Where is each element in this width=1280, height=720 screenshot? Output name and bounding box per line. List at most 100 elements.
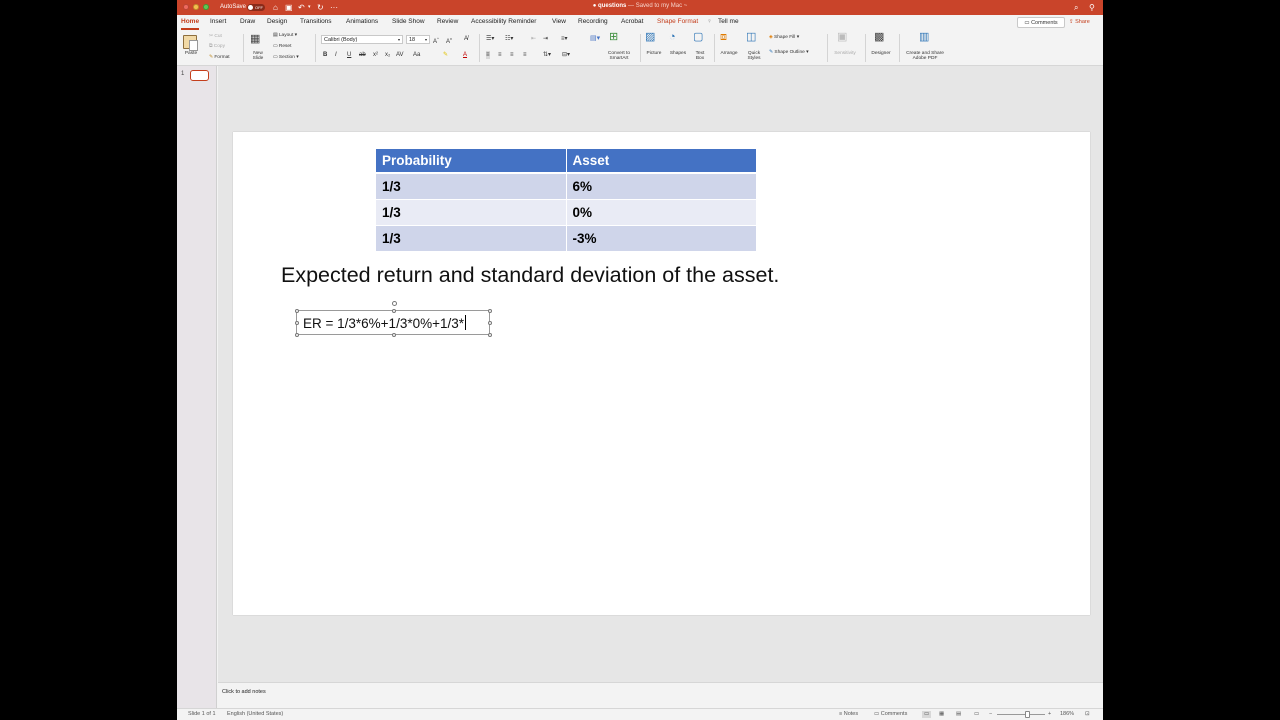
font-name-dropdown[interactable]: Calibri (Body) ▾	[321, 35, 403, 44]
tab-recording[interactable]: Recording	[578, 18, 608, 25]
table-cell[interactable]: 1/3	[376, 199, 567, 226]
numbering-icon[interactable]: ☷▾	[505, 35, 513, 43]
bold-button[interactable]: B	[323, 51, 327, 59]
quick-styles-button-label[interactable]: Quick Styles	[743, 51, 765, 61]
italic-button[interactable]: I	[335, 51, 337, 59]
zoom-slider-thumb[interactable]	[1025, 711, 1030, 718]
probability-table[interactable]: Probability Asset 1/3 6% 1/3 0% 1/3 -3%	[376, 149, 757, 252]
slide-heading[interactable]: Expected return and standard deviation o…	[281, 263, 779, 288]
text-box-icon[interactable]: ▢	[693, 32, 703, 43]
search-icon[interactable]: ⌕	[1074, 3, 1078, 12]
format-painter-button[interactable]: ✎ Format	[209, 55, 230, 61]
bullets-icon[interactable]: ☰▾	[486, 35, 494, 43]
table-cell[interactable]: -3%	[566, 225, 757, 252]
tab-transitions[interactable]: Transitions	[300, 18, 332, 25]
zoom-in-icon[interactable]: +	[1048, 711, 1051, 718]
smartart-icon[interactable]: ⊞	[609, 32, 618, 43]
adobe-pdf-icon[interactable]: ▥	[919, 32, 929, 43]
paste-button-label[interactable]: Paste	[183, 51, 199, 56]
sensitivity-icon[interactable]: ▣	[837, 32, 847, 43]
text-box-content[interactable]: ER = 1/3*6%+1/3*0%+1/3*	[303, 315, 466, 331]
picture-icon[interactable]: ▨	[645, 32, 655, 43]
decrease-font-size-icon[interactable]: Av	[446, 35, 452, 46]
resize-handle[interactable]	[294, 308, 299, 313]
tab-insert[interactable]: Insert	[210, 18, 226, 25]
resize-handle[interactable]	[392, 308, 396, 313]
table-header-cell[interactable]: Probability	[376, 149, 567, 174]
highlight-color-icon[interactable]: ✎	[443, 51, 448, 59]
convert-smartart-button-label[interactable]: Convert to SmartArt	[601, 51, 637, 61]
create-share-pdf-button-label[interactable]: Create and Share Adobe PDF	[901, 51, 949, 61]
arrange-button-label[interactable]: Arrange	[716, 51, 742, 56]
arrange-icon[interactable]: ⧈	[720, 32, 727, 43]
cut-button[interactable]: ✂ Cut	[209, 34, 222, 40]
text-box-button-label[interactable]: Text Box	[691, 51, 709, 61]
shape-outline-button[interactable]: ✎ Shape Outline ▾	[769, 50, 809, 56]
sensitivity-button-label[interactable]: Sensitivity	[829, 51, 861, 56]
resize-handle[interactable]	[294, 321, 299, 325]
strikethrough-button[interactable]: ab	[359, 51, 366, 59]
tab-shape-format[interactable]: Shape Format	[657, 18, 698, 25]
justify-button[interactable]: ≡	[523, 51, 527, 59]
comments-toggle[interactable]: ▭ Comments	[874, 711, 907, 718]
tab-design[interactable]: Design	[267, 18, 287, 25]
subscript-button[interactable]: x₂	[385, 51, 390, 59]
notes-toggle[interactable]: ≡ Notes	[839, 711, 858, 718]
section-button[interactable]: ▭ Section ▾	[273, 55, 299, 61]
designer-icon[interactable]: ▩	[874, 32, 884, 43]
shape-fill-button[interactable]: ◈ Shape Fill ▾	[769, 35, 799, 41]
copy-button[interactable]: ⧉ Copy	[209, 44, 225, 50]
layout-button[interactable]: ▤ Layout ▾	[273, 33, 297, 39]
clear-formatting-icon[interactable]: A̸	[464, 35, 468, 43]
table-cell[interactable]: 1/3	[376, 225, 567, 252]
picture-button-label[interactable]: Picture	[643, 51, 665, 56]
table-cell[interactable]: 0%	[566, 199, 757, 226]
decrease-indent-icon[interactable]: ⇤	[531, 35, 536, 43]
zoom-level[interactable]: 186%	[1060, 711, 1074, 718]
fit-to-window-icon[interactable]: ⊡	[1085, 711, 1090, 718]
tab-animations[interactable]: Animations	[346, 18, 378, 25]
tab-acrobat[interactable]: Acrobat	[621, 18, 643, 25]
quick-styles-icon[interactable]: ◫	[746, 32, 756, 43]
selected-text-box[interactable]: ER = 1/3*6%+1/3*0%+1/3*	[294, 301, 492, 337]
slide-sorter-icon[interactable]: ▦	[939, 711, 944, 718]
language-indicator[interactable]: English (United States)	[227, 711, 283, 718]
paste-icon[interactable]	[183, 35, 198, 51]
tab-draw[interactable]: Draw	[240, 18, 255, 25]
line-spacing-icon[interactable]: ≡▾	[561, 35, 568, 43]
font-size-dropdown[interactable]: 18 ▾	[406, 35, 430, 44]
columns-icon[interactable]: ▤▾	[590, 35, 600, 43]
table-cell[interactable]: 6%	[566, 173, 757, 200]
resize-handle[interactable]	[488, 321, 492, 325]
reset-button[interactable]: ▭ Reset	[273, 44, 291, 50]
new-slide-icon[interactable]: ▦	[250, 34, 260, 45]
underline-button[interactable]: U	[347, 51, 351, 59]
font-color-icon[interactable]: A	[463, 51, 467, 59]
resize-handle[interactable]	[488, 308, 492, 313]
zoom-slider-track[interactable]	[997, 714, 1045, 715]
rotation-handle[interactable]	[392, 301, 397, 306]
new-slide-button-label[interactable]: New Slide	[247, 51, 269, 61]
resize-handle[interactable]	[488, 333, 492, 337]
resize-handle[interactable]	[294, 333, 299, 337]
account-icon[interactable]: ⚲	[1089, 3, 1095, 12]
tab-accessibility-reminder[interactable]: Accessibility Reminder	[471, 18, 536, 25]
slide-thumbnail[interactable]	[190, 70, 209, 81]
notes-placeholder[interactable]: Click to add notes	[222, 689, 266, 695]
shapes-icon[interactable]: ◔	[669, 32, 676, 43]
tab-review[interactable]: Review	[437, 18, 458, 25]
reading-view-icon[interactable]: ▤	[956, 711, 961, 718]
resize-handle[interactable]	[392, 333, 396, 337]
character-spacing-icon[interactable]: AV	[396, 51, 404, 59]
slide[interactable]: Probability Asset 1/3 6% 1/3 0% 1/3 -3% …	[233, 132, 1090, 615]
tab-view[interactable]: View	[552, 18, 566, 25]
tell-me-search[interactable]: Tell me	[718, 18, 739, 25]
normal-view-icon[interactable]: ▭	[922, 711, 932, 718]
align-text-icon[interactable]: ⊟▾	[562, 51, 570, 59]
text-direction-icon[interactable]: ⇅▾	[543, 51, 551, 59]
superscript-button[interactable]: x²	[373, 51, 378, 59]
change-case-icon[interactable]: Aa	[413, 51, 420, 59]
slideshow-icon[interactable]: ▭	[974, 711, 979, 718]
designer-button-label[interactable]: Designer	[867, 51, 895, 56]
zoom-out-icon[interactable]: −	[989, 711, 992, 718]
